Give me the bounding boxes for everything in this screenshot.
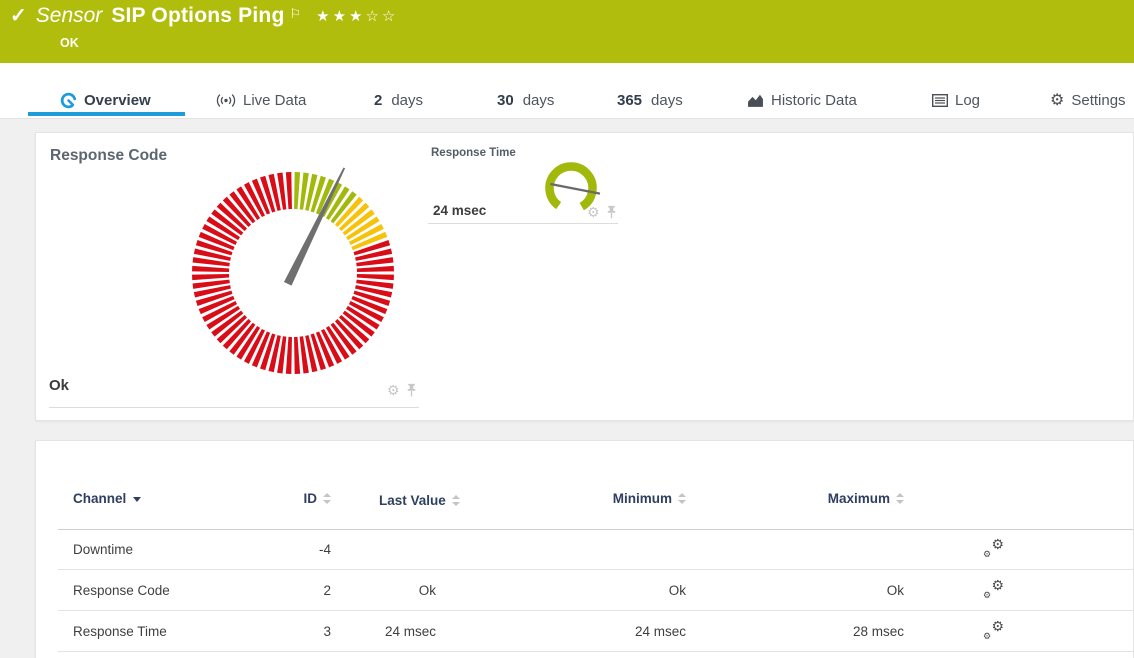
column-label: Maximum xyxy=(828,491,890,506)
tab-365-days[interactable]: 365 days xyxy=(617,92,683,109)
tab-label: Live Data xyxy=(243,92,306,109)
pin-icon[interactable] xyxy=(606,205,617,219)
tab-label: days xyxy=(523,92,555,109)
sensor-status-bar: ✓ Sensor SIP Options Ping ⚐ ★★★☆☆ OK xyxy=(0,0,1134,63)
gauge-divider xyxy=(428,223,618,224)
tab-day-count: 2 xyxy=(374,92,382,109)
column-header-channel[interactable]: Channel xyxy=(73,491,141,506)
tab-log[interactable]: Log xyxy=(932,92,980,109)
tab-label: Historic Data xyxy=(771,92,857,109)
response-code-gauge-title: Response Code xyxy=(50,147,167,165)
response-code-gauge xyxy=(168,148,418,398)
sort-icon xyxy=(452,495,460,506)
tab-label: Overview xyxy=(84,92,151,109)
column-header-id[interactable]: ID xyxy=(304,491,332,506)
response-code-gauge-value: Ok xyxy=(49,377,69,394)
prtg-sensor-page: ✓ Sensor SIP Options Ping ⚐ ★★★☆☆ OK Ove… xyxy=(0,0,1134,658)
gear-icon[interactable]: ⚙ xyxy=(587,205,600,219)
sensor-title-row: ✓ Sensor SIP Options Ping ⚐ ★★★☆☆ xyxy=(10,4,398,28)
sensor-kind-label: Sensor xyxy=(36,4,103,28)
channels-table-panel: Channel ID Last Value Minimum Maximum Do… xyxy=(35,440,1134,658)
channel-last-value: Ok xyxy=(419,570,436,611)
priority-stars[interactable]: ★★★☆☆ xyxy=(316,7,398,25)
channel-minimum: 24 msec xyxy=(635,611,686,652)
gauge-icon xyxy=(60,92,77,109)
check-icon: ✓ xyxy=(10,6,27,26)
response-time-gauge-actions: ⚙ xyxy=(587,205,617,219)
sort-icon xyxy=(323,493,331,504)
tab-label: Settings xyxy=(1071,92,1125,109)
overview-gauges-panel: Response Code Ok ⚙ Response Time 24 msec… xyxy=(35,132,1134,421)
response-time-gauge-value: 24 msec xyxy=(433,203,486,218)
tab-overview[interactable]: Overview xyxy=(60,92,151,109)
tab-label: days xyxy=(651,92,683,109)
channel-last-value: 24 msec xyxy=(385,611,436,652)
channel-settings-icon[interactable]: ⚙⚙ xyxy=(984,580,1004,600)
gear-icon[interactable]: ⚙ xyxy=(387,383,400,397)
tab-label: days xyxy=(391,92,423,109)
column-label: Minimum xyxy=(613,491,672,506)
column-header-maximum[interactable]: Maximum xyxy=(828,491,904,506)
sensor-name: SIP Options Ping xyxy=(111,4,284,28)
channel-id: 3 xyxy=(323,611,331,652)
list-icon xyxy=(932,94,948,107)
tab-label: Log xyxy=(955,92,980,109)
channel-maximum: 28 msec xyxy=(853,611,904,652)
response-code-gauge-actions: ⚙ xyxy=(387,383,417,397)
sensor-status-text: OK xyxy=(60,36,79,50)
column-header-minimum[interactable]: Minimum xyxy=(613,491,686,506)
table-row-response-time: Response Time 3 24 msec 24 msec 28 msec … xyxy=(36,611,1133,652)
table-row-downtime: Downtime -4 ⚙⚙ xyxy=(36,529,1133,570)
channel-id: -4 xyxy=(319,529,331,570)
column-label: Channel xyxy=(73,491,126,506)
broadcast-icon xyxy=(216,93,236,108)
table-row-response-code: Response Code 2 Ok Ok Ok ⚙⚙ xyxy=(36,570,1133,611)
sort-desc-icon xyxy=(133,497,141,502)
column-header-last-value[interactable]: Last Value xyxy=(379,491,439,511)
pin-icon[interactable] xyxy=(406,383,417,397)
tab-2-days[interactable]: 2 days xyxy=(374,92,423,109)
channel-name[interactable]: Downtime xyxy=(73,529,133,570)
channel-id: 2 xyxy=(323,570,331,611)
column-label: Last Value xyxy=(379,493,446,508)
channel-settings-icon[interactable]: ⚙⚙ xyxy=(984,621,1004,641)
gauge-divider xyxy=(49,407,419,408)
response-time-gauge-title: Response Time xyxy=(431,147,516,159)
tab-day-count: 30 xyxy=(497,92,514,109)
tab-day-count: 365 xyxy=(617,92,642,109)
tab-30-days[interactable]: 30 days xyxy=(497,92,554,109)
tab-live-data[interactable]: Live Data xyxy=(216,92,306,109)
channel-settings-icon[interactable]: ⚙⚙ xyxy=(984,539,1004,559)
column-label: ID xyxy=(304,491,318,506)
channel-name[interactable]: Response Time xyxy=(73,611,167,652)
tab-bar: Overview Live Data 2 days 30 days 365 da… xyxy=(0,63,1134,119)
row-separator xyxy=(58,651,1133,652)
flag-icon: ⚐ xyxy=(289,6,301,22)
channel-minimum: Ok xyxy=(669,570,686,611)
area-chart-icon xyxy=(747,93,764,108)
sort-icon xyxy=(678,493,686,504)
tab-historic-data[interactable]: Historic Data xyxy=(747,92,857,109)
sort-icon xyxy=(896,493,904,504)
channel-name[interactable]: Response Code xyxy=(73,570,170,611)
channel-maximum: Ok xyxy=(887,570,904,611)
tab-settings[interactable]: ⚙ Settings xyxy=(1050,92,1126,109)
active-tab-underline xyxy=(28,112,185,116)
gear-icon: ⚙ xyxy=(1050,93,1064,109)
